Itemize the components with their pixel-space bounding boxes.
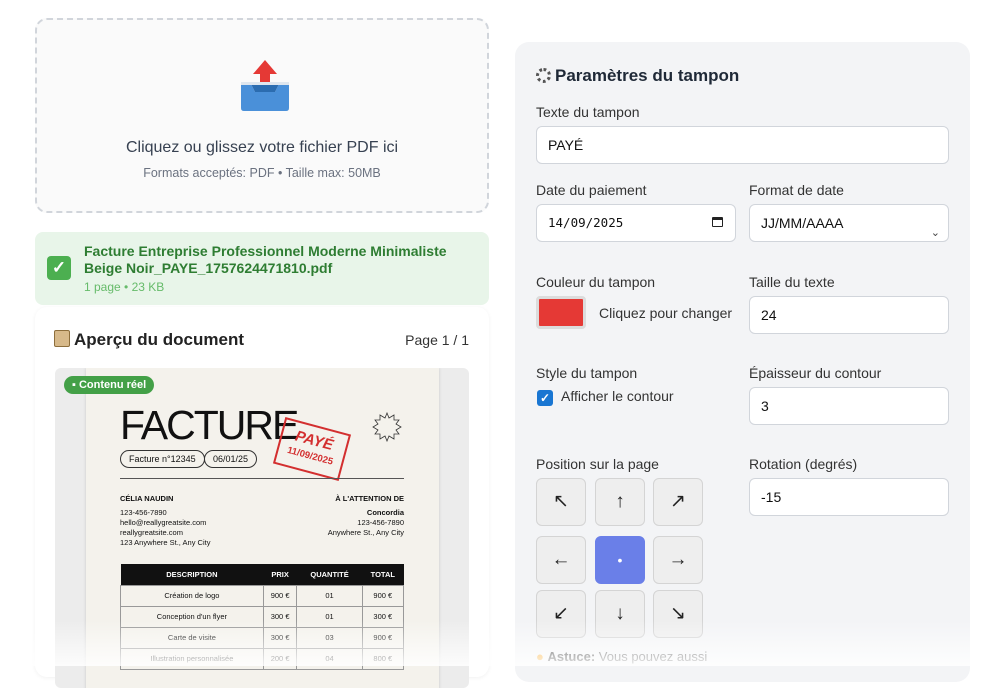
text-size-label: Taille du texte	[749, 274, 835, 290]
column-header: TOTAL	[362, 564, 404, 585]
sun-logo-icon	[372, 412, 402, 442]
settings-title-text: Paramètres du tampon	[555, 66, 740, 85]
paid-stamp: PAYÉ 11/09/2025	[272, 417, 352, 481]
clipboard-icon	[54, 330, 70, 347]
pdf-page: FACTURE Facture n°12345 06/01/25 PAYÉ 11…	[86, 368, 439, 688]
column-header: PRIX	[263, 564, 297, 585]
position-bottom-right[interactable]: ↘	[653, 590, 703, 638]
invoice-heading: FACTURE	[120, 402, 299, 448]
to-line: Anywhere St., Any City	[327, 528, 404, 537]
column-header: DESCRIPTION	[120, 564, 264, 585]
position-top-right[interactable]: ↗	[653, 478, 703, 526]
to-name: Concordia	[366, 508, 404, 517]
from-name: CÉLIA NAUDIN	[120, 494, 174, 503]
position-right[interactable]: →	[653, 536, 703, 584]
divider	[120, 478, 404, 479]
position-left[interactable]: ←	[536, 536, 586, 584]
invoice-table: DESCRIPTION PRIX QUANTITÉ TOTAL Création…	[120, 564, 405, 670]
from-line: 123-456-7890	[120, 508, 167, 517]
gear-icon	[536, 68, 551, 83]
cell: 01	[296, 584, 363, 607]
date-format-label: Format de date	[749, 182, 844, 198]
cell: 900 €	[361, 626, 405, 649]
cell: 300 €	[361, 605, 405, 628]
thickness-label: Épaisseur du contour	[749, 365, 882, 381]
tip-body: Vous pouvez aussi	[598, 649, 708, 664]
tip-label: Astuce:	[547, 649, 596, 664]
cell: 01	[296, 605, 363, 628]
position-center[interactable]: •	[595, 536, 645, 584]
preview-title: Aperçu du document	[54, 330, 244, 350]
check-icon: ✓	[47, 256, 71, 280]
position-top[interactable]: ↑	[595, 478, 645, 526]
border-checkbox-label[interactable]: Afficher le contour	[561, 388, 674, 404]
date-value: 14/09/2025	[548, 215, 624, 230]
upload-tray-icon	[241, 60, 289, 111]
document-preview: Aperçu du document Page 1 / 1 ▪ Contenu …	[35, 307, 489, 688]
table-row: Carte de visite 300 €03 900 €	[120, 626, 405, 649]
column-header: QUANTITÉ	[296, 564, 363, 585]
upload-title: Cliquez ou glissez votre fichier PDF ici	[125, 139, 399, 156]
tip-text: ● Astuce: Vous pouvez aussi	[536, 649, 707, 664]
cell: 300 €	[262, 605, 298, 628]
date-format-value: JJ/MM/AAAA	[761, 215, 844, 231]
rotation-label: Rotation (degrés)	[749, 456, 858, 472]
position-bottom[interactable]: ↓	[595, 590, 645, 638]
date-format-select[interactable]: JJ/MM/AAAA ⌄	[749, 204, 949, 242]
upload-dropzone[interactable]: Cliquez ou glissez votre fichier PDF ici…	[35, 18, 489, 213]
date-label: Date du paiement	[536, 182, 647, 198]
cell: Conception d'un flyer	[120, 605, 264, 628]
stamp-text-label: Texte du tampon	[536, 104, 640, 120]
from-line: 123 Anywhere St., Any City	[120, 538, 211, 547]
color-label: Couleur du tampon	[536, 274, 656, 290]
cell: 900 €	[262, 584, 298, 607]
badge-text: Contenu réel	[78, 379, 147, 391]
date-input[interactable]: 14/09/2025	[536, 204, 736, 242]
color-swatch[interactable]	[536, 296, 586, 329]
file-name: Facture Entreprise Professionnel Moderne…	[84, 243, 447, 276]
cell: 900 €	[361, 584, 405, 607]
border-checkbox[interactable]: ✓	[537, 390, 553, 406]
cell: 300 €	[262, 626, 298, 649]
stamp-settings-panel: Paramètres du tampon Texte du tampon PAY…	[515, 42, 970, 682]
cell: Création de logo	[120, 584, 264, 607]
real-content-badge: ▪ Contenu réel	[64, 376, 155, 394]
position-label: Position sur la page	[536, 456, 659, 472]
chevron-down-icon: ⌄	[930, 227, 940, 239]
invoice-date: 06/01/25	[204, 450, 258, 468]
cell: Carte de visite	[120, 626, 264, 649]
from-line: reallygreatsite.com	[120, 528, 183, 537]
text-size-input[interactable]: 24	[749, 296, 949, 334]
stamp-text-input[interactable]: PAYÉ	[536, 126, 949, 164]
position-bottom-left[interactable]: ↙	[536, 590, 586, 638]
position-top-left[interactable]: ↖	[536, 478, 586, 526]
rotation-input[interactable]: -15	[749, 478, 949, 516]
thickness-input[interactable]: 3	[749, 387, 949, 425]
to-line: 123-456-7890	[357, 518, 404, 527]
file-info-card: ✓ Facture Entreprise Professionnel Moder…	[35, 232, 489, 305]
preview-frame: ▪ Contenu réel FACTURE Facture n°12345 0…	[55, 368, 469, 688]
settings-title: Paramètres du tampon	[536, 66, 739, 86]
page-indicator: Page 1 / 1	[405, 332, 469, 348]
invoice-number: Facture n°12345	[120, 450, 205, 468]
table-row: Conception d'un flyer 300 €01 300 €	[120, 605, 405, 628]
change-color-button[interactable]: Cliquez pour changer	[599, 305, 732, 321]
preview-title-text: Aperçu du document	[74, 330, 245, 349]
table-row: Création de logo 900 €01 900 €	[120, 584, 405, 607]
calendar-icon[interactable]	[712, 217, 723, 227]
from-line: hello@reallygreatsite.com	[120, 518, 207, 527]
cell: 03	[296, 626, 363, 649]
style-label: Style du tampon	[536, 365, 638, 381]
upload-subtitle: Formats acceptés: PDF • Taille max: 50MB	[143, 166, 381, 180]
file-meta: 1 page • 23 KB	[84, 280, 165, 294]
lightbulb-icon: ●	[536, 649, 544, 664]
to-title: À L'ATTENTION DE	[335, 494, 404, 503]
